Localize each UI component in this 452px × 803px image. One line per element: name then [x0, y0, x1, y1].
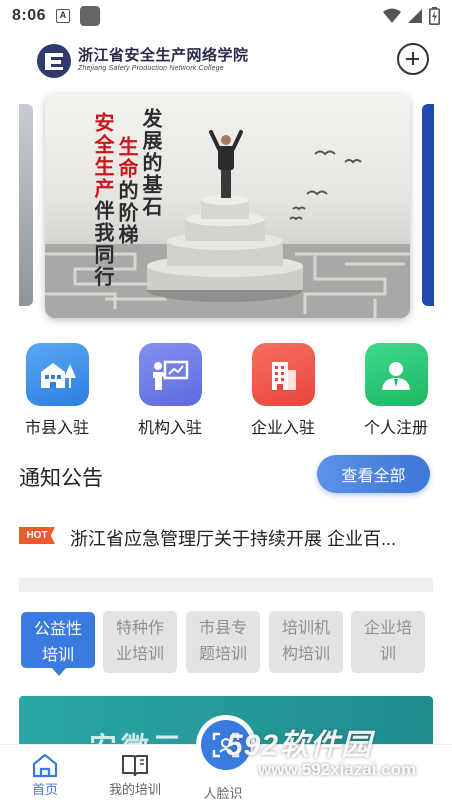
- tab-public-training[interactable]: 公益性 培训: [21, 612, 95, 676]
- tab-label-line: 公益性: [33, 621, 82, 638]
- app-header: 浙江省安全生产网络学院 Zhejiang Safety Production N…: [0, 36, 452, 84]
- home-icon: [10, 751, 80, 779]
- tab-special-operation-training[interactable]: 特种作 业培训: [103, 611, 177, 673]
- nav-my-training[interactable]: 我的培训: [100, 751, 170, 798]
- tab-label-line: 培训: [41, 647, 74, 664]
- nav-label: 首页: [31, 782, 58, 797]
- signal-icon: [408, 9, 422, 23]
- section-divider: [19, 578, 433, 592]
- tab-label-line: 训: [379, 646, 396, 663]
- tab-label-line: 企业培: [363, 620, 412, 637]
- logo-subtitle: Zhejiang Safety Production Network Colle…: [78, 65, 224, 72]
- building-tree-icon: [25, 343, 89, 406]
- notice-item[interactable]: 浙江省应急管理厅关于持续开展 企业百...: [70, 525, 420, 551]
- watermark: 592软件园 www.592xiazai.com: [222, 720, 450, 790]
- entry-label: 市县入驻: [24, 420, 89, 437]
- nav-label: 我的培训: [108, 782, 161, 797]
- banner-slide[interactable]: 发展的基石 生命的阶梯 安全生产伴我同行: [45, 94, 410, 318]
- banner-slogan-3: 安全生产伴我同行: [91, 112, 115, 288]
- status-bar: 8:06 A: [0, 0, 452, 32]
- hot-badge: HOT: [19, 527, 55, 544]
- entry-label: 企业入驻: [250, 420, 315, 437]
- quick-entry-grid: 市县入驻 机构入驻 企业入驻 个人注册: [0, 343, 452, 438]
- person-icon: [364, 343, 428, 406]
- office-building-icon: [251, 343, 315, 406]
- tab-label-line: 题培训: [198, 646, 247, 663]
- banner-next-slide[interactable]: [422, 104, 434, 306]
- entry-label: 机构入驻: [137, 420, 202, 437]
- college-logo-icon: [37, 44, 71, 78]
- notification-square-icon: [80, 6, 101, 26]
- view-all-button[interactable]: 查看全部: [317, 455, 430, 493]
- wifi-icon: [383, 8, 401, 23]
- watermark-url: www.592xiazai.com: [258, 760, 417, 779]
- add-button[interactable]: [397, 43, 429, 75]
- presenter-board-icon: [138, 343, 202, 406]
- entry-personal-register[interactable]: 个人注册: [351, 343, 441, 438]
- banner-prev-slide[interactable]: [19, 104, 33, 306]
- entry-label: 个人注册: [363, 420, 428, 437]
- notification-a-icon: A: [56, 9, 71, 23]
- status-time: 8:06: [12, 7, 47, 24]
- entry-institution[interactable]: 机构入驻: [125, 343, 215, 438]
- watermark-brand: 592软件园: [226, 729, 373, 762]
- logo-title: 浙江省安全生产网络学院: [78, 46, 249, 64]
- nav-home[interactable]: 首页: [10, 751, 80, 798]
- tab-institution-training[interactable]: 培训机 构培训: [269, 611, 343, 673]
- tab-city-topic-training[interactable]: 市县专 题培训: [186, 611, 260, 673]
- book-icon: [100, 751, 170, 779]
- entry-enterprise[interactable]: 企业入驻: [238, 343, 328, 438]
- tab-label-line: 构培训: [281, 646, 330, 663]
- entry-city-county[interactable]: 市县入驻: [12, 343, 102, 438]
- tab-label-line: 业培训: [115, 646, 164, 663]
- tab-label-line: 特种作: [115, 620, 164, 637]
- battery-icon: [429, 7, 440, 25]
- tab-label-line: 培训机: [281, 620, 330, 637]
- tab-enterprise-training[interactable]: 企业培 训: [351, 611, 425, 673]
- notice-section-title: 通知公告: [19, 467, 103, 490]
- tab-label-line: 市县专: [198, 620, 247, 637]
